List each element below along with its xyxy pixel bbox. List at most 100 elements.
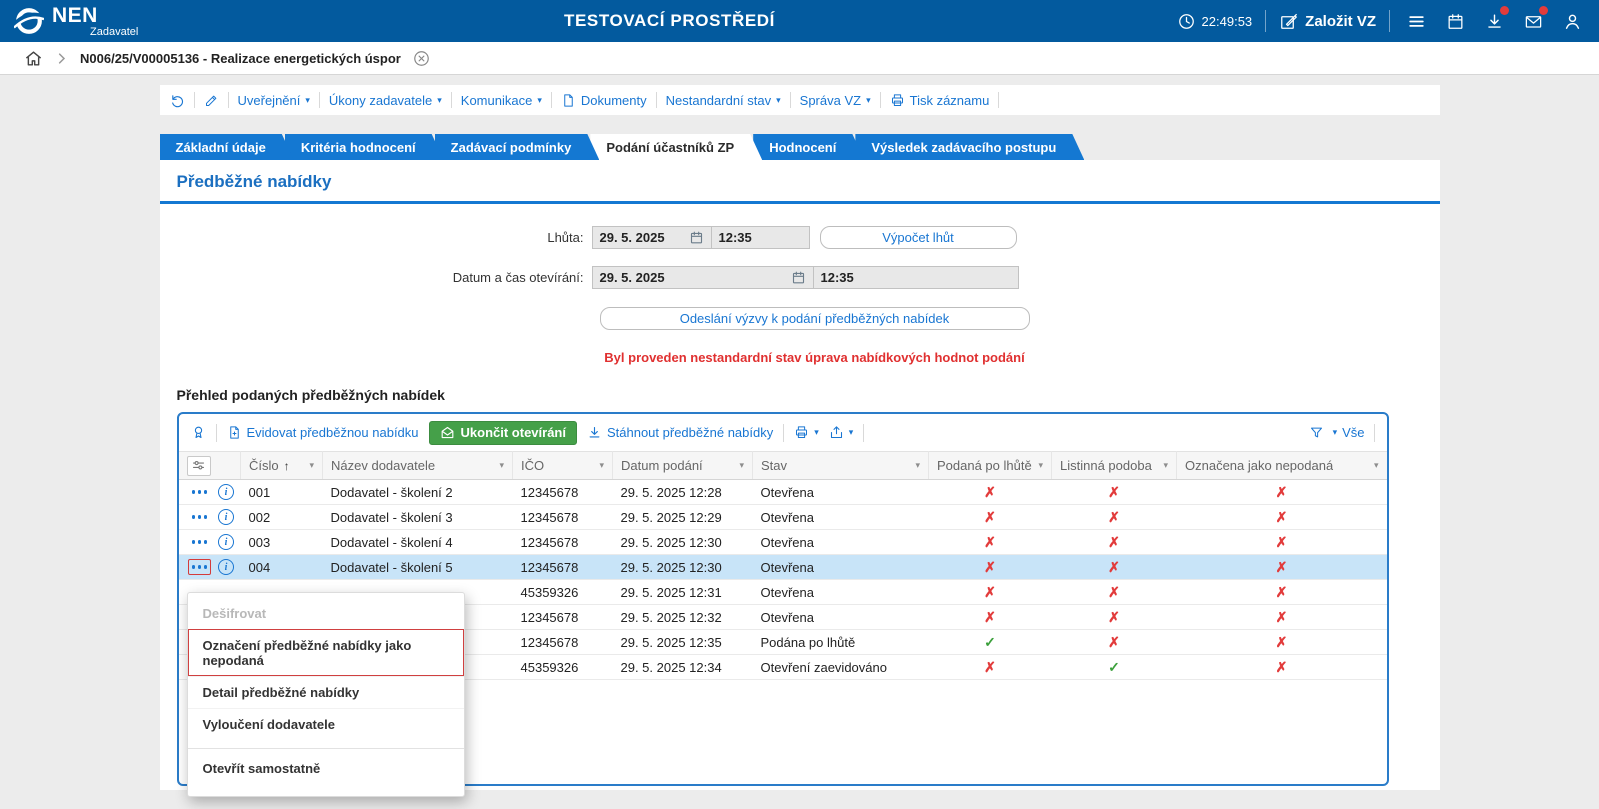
info-icon[interactable]: i [218, 509, 234, 525]
column-settings-header[interactable] [179, 452, 241, 480]
column-header-po-lhute[interactable]: Podaná po lhůtě▾ [929, 452, 1052, 480]
info-icon[interactable]: i [218, 534, 234, 550]
record-toolbar: Uveřejnění▾ Úkony zadavatele▾ Komunikace… [160, 85, 1440, 115]
deadline-date-field[interactable]: 29. 5. 2025 [592, 226, 712, 249]
tab-hodnoceni[interactable]: Hodnocení [753, 134, 864, 160]
info-icon[interactable]: i [218, 484, 234, 500]
mark-cell: ✗ [929, 655, 1052, 680]
caret-down-icon: ▾ [305, 96, 310, 105]
toolbar-divider [216, 424, 217, 442]
filter-funnel-icon [1309, 425, 1324, 440]
header-actions: 22:49:53 Založit VZ [1177, 8, 1585, 34]
print-grid-button[interactable]: ▾ [794, 425, 819, 440]
table-row[interactable]: i 002 Dodavatel - školení 3 12345678 29.… [179, 505, 1387, 530]
close-circle-icon[interactable] [412, 49, 431, 68]
undo-button[interactable] [170, 93, 185, 108]
notification-badge [1539, 6, 1548, 15]
menu-nestandardni-stav[interactable]: Nestandardní stav▾ [666, 93, 781, 108]
info-icon[interactable]: i [218, 559, 234, 575]
export-grid-button[interactable]: ▾ [829, 425, 854, 440]
menu-uverejneni[interactable]: Uveřejnění▾ [238, 93, 310, 108]
column-header-cislo[interactable]: Číslo↑▾ [241, 452, 323, 480]
filter-button[interactable] [1309, 425, 1324, 440]
section-title: Předběžné nabídky [160, 160, 1440, 201]
menu-ukony-zadavatele[interactable]: Úkony zadavatele▾ [329, 93, 442, 108]
session-clock: 22:49:53 [1177, 12, 1253, 31]
mark-cell: ✗ [1177, 630, 1387, 655]
mark-cell: ✗ [1177, 580, 1387, 605]
end-opening-button[interactable]: Ukončit otevírání [429, 421, 577, 445]
mark-cell: ✗ [929, 480, 1052, 505]
calendar-icon[interactable] [689, 230, 704, 245]
profile-button[interactable] [1559, 8, 1585, 34]
register-bid-button[interactable]: Evidovat předběžnou nabídku [227, 425, 419, 440]
mark-cell: ✗ [1177, 655, 1387, 680]
breadcrumb: N006/25/V00005136 - Realizace energetick… [0, 42, 1599, 75]
tab-zadavaci-podminky[interactable]: Zadávací podmínky [435, 134, 600, 160]
toolbar-divider [656, 92, 657, 108]
deadline-label: Lhůta: [160, 230, 592, 245]
table-row[interactable]: i 003 Dodavatel - školení 4 12345678 29.… [179, 530, 1387, 555]
tab-kriteria-hodnoceni[interactable]: Kritéria hodnocení [285, 134, 444, 160]
menu-item-otevrit[interactable]: Otevřít samostatně [188, 753, 464, 784]
tab-zakladni-udaje[interactable]: Základní údaje [160, 134, 294, 160]
menu-divider [188, 748, 464, 749]
column-settings-button[interactable] [187, 456, 211, 476]
row-menu-button[interactable] [188, 534, 212, 550]
edit-record-button[interactable] [204, 93, 219, 108]
toolbar-divider [451, 92, 452, 108]
caret-down-icon: ▾ [309, 461, 314, 470]
app-logo[interactable]: NEN Zadavatel [14, 5, 249, 38]
deadline-time-field[interactable]: 12:35 [712, 226, 810, 249]
bids-grid-panel: Evidovat předběžnou nabídku Ukončit otev… [177, 412, 1389, 786]
download-icon [1485, 12, 1504, 31]
toolbar-divider [228, 92, 229, 108]
award-ribbon-icon [191, 425, 206, 440]
column-header-nazev[interactable]: Název dodavatele▾ [323, 452, 513, 480]
calendar-icon[interactable] [791, 270, 806, 285]
main-menu-button[interactable] [1403, 8, 1429, 34]
row-context-menu: Dešifrovat Označení předběžné nabídky ja… [187, 592, 465, 797]
menu-item-detail[interactable]: Detail předběžné nabídky [188, 676, 464, 708]
table-row-selected[interactable]: i 004 Dodavatel - školení 5 12345678 29.… [179, 555, 1387, 580]
column-header-listinna[interactable]: Listinná podoba▾ [1052, 452, 1177, 480]
mark-cell: ✗ [929, 555, 1052, 580]
tab-vysledek[interactable]: Výsledek zadávacího postupu [855, 134, 1084, 160]
download-bids-button[interactable]: Stáhnout předběžné nabídky [587, 425, 773, 440]
view-all-dropdown[interactable]: ▾ Vše [1333, 425, 1365, 440]
create-vz-button[interactable]: Založit VZ [1279, 12, 1376, 31]
column-header-ico[interactable]: IČO▾ [513, 452, 613, 480]
mark-cell: ✗ [1052, 580, 1177, 605]
open-envelope-icon [440, 425, 455, 440]
opening-date-field[interactable]: 29. 5. 2025 [592, 266, 814, 289]
calc-deadlines-button[interactable]: Výpočet lhůt [820, 226, 1017, 249]
mark-cell: ✗ [1052, 480, 1177, 505]
menu-item-vylouceni[interactable]: Vyloučení dodavatele [188, 708, 464, 740]
menu-dokumenty[interactable]: Dokumenty [561, 93, 647, 108]
row-menu-button[interactable] [188, 484, 212, 500]
tab-podani-ucastniku[interactable]: Podání účastníků ZP [590, 134, 762, 160]
menu-komunikace[interactable]: Komunikace▾ [461, 93, 542, 108]
mark-cell: ✗ [929, 580, 1052, 605]
column-header-nepodana[interactable]: Označena jako nepodaná▾ [1177, 452, 1387, 480]
calendar-button[interactable] [1442, 8, 1468, 34]
column-header-datum[interactable]: Datum podání▾ [613, 452, 753, 480]
messages-button[interactable] [1520, 8, 1546, 34]
mark-cell: ✗ [1052, 630, 1177, 655]
mail-icon [1524, 12, 1543, 31]
main-panel: Předběžné nabídky Lhůta: 29. 5. 2025 12:… [160, 160, 1440, 790]
bulk-actions-button[interactable] [191, 425, 206, 440]
send-invite-button[interactable]: Odeslání výzvy k podání předběžných nabí… [600, 307, 1030, 330]
home-icon[interactable] [24, 49, 43, 68]
row-menu-button[interactable] [188, 509, 212, 525]
menu-sprava-vz[interactable]: Správa VZ▾ [800, 93, 871, 108]
opening-time-field[interactable]: 12:35 [814, 266, 1019, 289]
mark-cell: ✗ [929, 605, 1052, 630]
downloads-button[interactable] [1481, 8, 1507, 34]
sliders-icon [191, 458, 206, 473]
table-row[interactable]: i 001 Dodavatel - školení 2 12345678 29.… [179, 480, 1387, 505]
row-menu-button-active[interactable] [188, 559, 212, 575]
menu-item-oznacit-nepodana[interactable]: Označení předběžné nabídky jako nepodaná [188, 629, 464, 676]
print-record-button[interactable]: Tisk záznamu [890, 93, 990, 108]
column-header-stav[interactable]: Stav▾ [753, 452, 929, 480]
